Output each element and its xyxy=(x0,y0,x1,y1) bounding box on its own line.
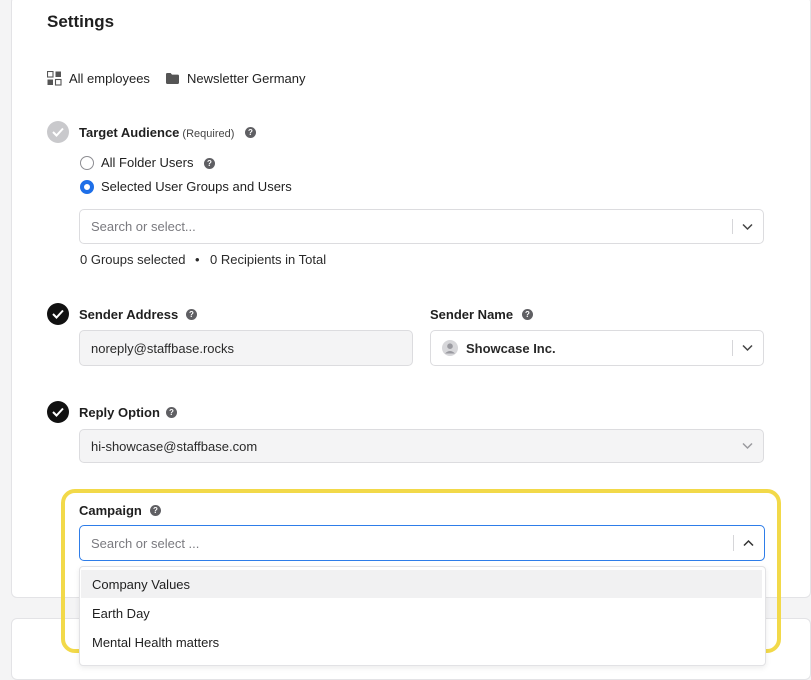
breadcrumb-scope-label: All employees xyxy=(69,70,150,86)
breadcrumb-folder-label: Newsletter Germany xyxy=(187,70,306,86)
campaign-search-input[interactable]: Search or select ... xyxy=(79,525,765,561)
reply-option-value: hi-showcase@staffbase.com xyxy=(91,438,258,454)
target-audience-help-icon[interactable]: ? xyxy=(245,127,256,138)
target-audience-step-check-icon xyxy=(47,121,69,143)
radio-all-folder-users-label[interactable]: All Folder Users xyxy=(101,155,193,170)
campaign-option[interactable]: Mental Health matters xyxy=(81,628,762,656)
audience-search-input[interactable]: Search or select... xyxy=(79,209,764,244)
sender-name-help-icon[interactable]: ? xyxy=(522,309,533,320)
folder-icon xyxy=(166,72,179,84)
radio-selected-groups[interactable] xyxy=(80,180,94,194)
all-folder-users-help-icon[interactable]: ? xyxy=(204,158,215,169)
campaign-search-placeholder: Search or select ... xyxy=(91,535,200,551)
recipients-total-count: 0 Recipients in Total xyxy=(210,252,327,267)
campaign-label: Campaign xyxy=(79,503,142,518)
sender-address-step-check-icon xyxy=(47,303,69,325)
info-separator: • xyxy=(195,252,200,267)
target-audience-label: Target Audience (Required) xyxy=(79,125,235,140)
breadcrumb-scope[interactable]: All employees xyxy=(47,69,150,87)
page-title: Settings xyxy=(47,12,115,31)
campaign-option[interactable]: Company Values xyxy=(81,570,762,598)
sender-name-label: Sender Name xyxy=(430,307,514,322)
campaign-help-icon[interactable]: ? xyxy=(150,505,161,516)
reply-option-help-icon[interactable]: ? xyxy=(166,407,177,418)
grid-icon xyxy=(47,70,62,86)
radio-selected-groups-label[interactable]: Selected User Groups and Users xyxy=(101,179,292,194)
radio-all-folder-users[interactable] xyxy=(80,156,94,170)
sender-name-value: Showcase Inc. xyxy=(466,340,556,356)
avatar-icon xyxy=(442,340,458,356)
campaign-dropdown: Company Values Earth Day Mental Health m… xyxy=(79,566,766,666)
groups-selected-count: 0 Groups selected xyxy=(80,252,186,267)
sender-name-select[interactable]: Showcase Inc. xyxy=(430,330,764,366)
chevron-down-icon[interactable] xyxy=(742,223,753,230)
reply-option-step-check-icon xyxy=(47,401,69,423)
breadcrumb-folder[interactable]: Newsletter Germany xyxy=(166,69,305,87)
reply-option-select[interactable]: hi-showcase@staffbase.com xyxy=(79,429,764,463)
reply-option-label: Reply Option xyxy=(79,405,160,420)
chevron-down-icon[interactable] xyxy=(742,344,753,352)
required-note: (Required) xyxy=(182,128,235,140)
sender-address-label: Sender Address xyxy=(79,307,179,322)
campaign-option[interactable]: Earth Day xyxy=(81,599,762,627)
sender-address-field: noreply@staffbase.rocks xyxy=(79,330,413,366)
chevron-down-icon[interactable] xyxy=(742,442,753,450)
sender-address-help-icon[interactable]: ? xyxy=(186,309,197,320)
audience-search-placeholder: Search or select... xyxy=(91,219,196,234)
chevron-up-icon[interactable] xyxy=(743,539,754,547)
sender-address-value: noreply@staffbase.rocks xyxy=(91,340,235,356)
